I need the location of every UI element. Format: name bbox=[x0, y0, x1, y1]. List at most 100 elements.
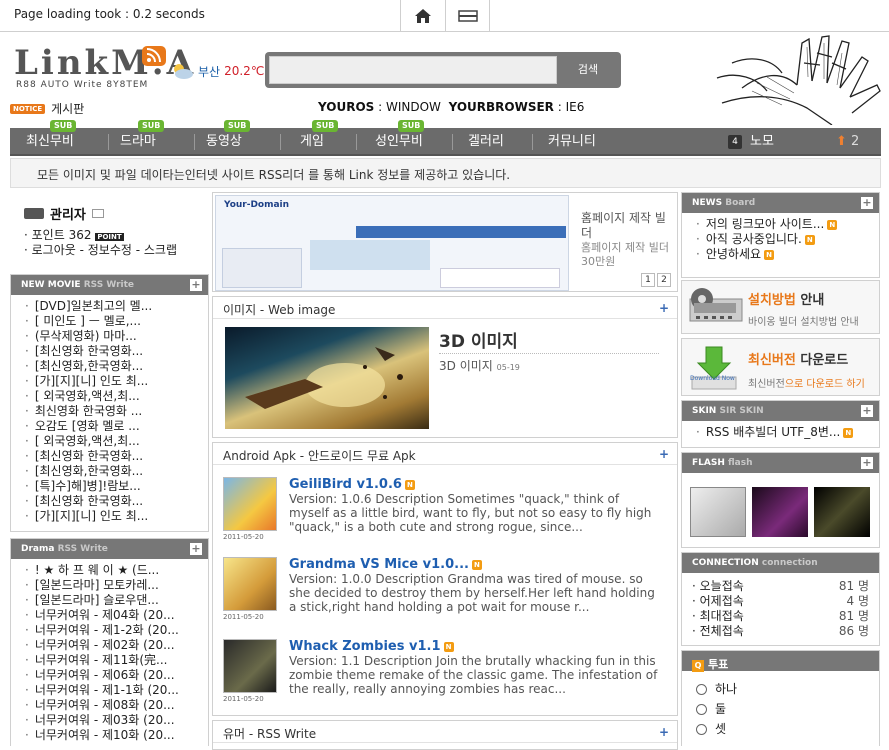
list-item-text: [최신영화 한국영화... bbox=[34, 449, 144, 463]
notice-board-link[interactable]: NOTICE 게시판 bbox=[10, 100, 84, 117]
list-item[interactable]: 안녕하세요N bbox=[696, 247, 879, 262]
apk-title[interactable]: Grandma VS Mice v1.0... N bbox=[289, 557, 659, 572]
grandma-thumbnail[interactable] bbox=[223, 557, 277, 611]
list-item[interactable]: 너무커여워 - 제1-1화 (20... bbox=[25, 683, 208, 698]
more-button[interactable]: + bbox=[659, 447, 669, 461]
list-item[interactable]: [최신영화 한국영화... bbox=[25, 344, 208, 359]
radio-button[interactable] bbox=[696, 703, 707, 715]
arrow-up-icon: ⬆ bbox=[836, 134, 847, 149]
list-item[interactable]: [가][지][니] 인도 최... bbox=[25, 374, 208, 389]
connection-rows: · 오늘접속 81 명 · 어제접속 4 명 · 최대접속 81 명 · 전체접속 86 명 bbox=[682, 573, 879, 639]
list-item[interactable]: [최신영화 한국영화... bbox=[25, 494, 208, 509]
home-tab[interactable] bbox=[400, 0, 446, 32]
apk-title[interactable]: Whack Zombies v1.1 N bbox=[289, 639, 659, 654]
list-item[interactable]: 너무커여워 - 제03화 (20... bbox=[25, 713, 208, 728]
nav-item-movie[interactable]: 최신무비 bbox=[26, 128, 74, 156]
list-item[interactable]: 최신영화 한국영화 ... bbox=[25, 404, 208, 419]
main-nav: SUB 최신무비 SUB 드라마 SUB 동영상 SUB 게임 SUB 성인무비… bbox=[10, 120, 881, 156]
web-image-date: 05-19 bbox=[496, 363, 520, 372]
list-item[interactable]: [ 외국영화,액션,최... bbox=[25, 434, 208, 449]
list-item[interactable]: [특]수]해]병]!람보... bbox=[25, 479, 208, 494]
web-image-title[interactable]: 3D 이미지 bbox=[439, 327, 518, 352]
list-item-text: (무삭제영화) 마마... bbox=[34, 329, 137, 343]
more-button[interactable]: + bbox=[861, 197, 873, 209]
skin-item[interactable]: RSS 배추빌더 UTF_8변...N bbox=[696, 425, 879, 440]
list-item[interactable]: 너무커여워 - 제11화(完... bbox=[25, 653, 208, 668]
skin-list: RSS 배추빌더 UTF_8변...N bbox=[682, 421, 879, 440]
search-input[interactable] bbox=[269, 56, 557, 84]
install-guide-box[interactable]: 설치방법 안내 바이옹 빌더 설치방법 안내 bbox=[681, 280, 880, 334]
up-count[interactable]: ⬆ 2 bbox=[836, 128, 859, 156]
list-item-text: [ 외국영화,액션,최... bbox=[34, 434, 140, 448]
radio-button[interactable] bbox=[696, 723, 707, 735]
list-item[interactable]: [일본드라마] 모토카레... bbox=[25, 578, 208, 593]
list-item[interactable]: (무삭제영화) 마마... bbox=[25, 329, 208, 344]
list-item[interactable]: 너무커여워 - 제04화 (20... bbox=[25, 608, 208, 623]
list-item[interactable]: 너무커여워 - 제10화 (20... bbox=[25, 728, 208, 743]
list-item[interactable]: [최신영화 한국영화... bbox=[25, 449, 208, 464]
flash-thumb-hand[interactable] bbox=[690, 487, 746, 537]
admin-links-text: 로그아웃 - 정보수정 - 스크랩 bbox=[31, 243, 177, 257]
list-item[interactable]: 오감도 [영화 멜로 ... bbox=[25, 419, 208, 434]
apk-date: 2011-05-20 bbox=[223, 695, 264, 703]
web-image-thumbnail[interactable] bbox=[225, 327, 429, 429]
banner-image[interactable]: Your-Domain bbox=[215, 195, 569, 291]
more-button[interactable]: + bbox=[861, 457, 873, 469]
zombies-thumbnail[interactable] bbox=[223, 639, 277, 693]
list-item[interactable]: [최신영화,한국영화... bbox=[25, 359, 208, 374]
list-item[interactable]: 아직 공사중입니다.N bbox=[696, 232, 879, 247]
flash-thumb-dark[interactable] bbox=[814, 487, 870, 537]
nav-item-gallery[interactable]: 겔러리 bbox=[468, 128, 504, 156]
pager-page-1[interactable]: 1 bbox=[641, 273, 655, 287]
logo-subtitle: R88 AUTO Write 8Y8TEM bbox=[16, 80, 149, 90]
nav-item-drama[interactable]: 드라마 bbox=[120, 128, 156, 156]
search-button[interactable]: 검색 bbox=[559, 56, 617, 84]
list-item[interactable]: 너무커여워 - 제06화 (20... bbox=[25, 668, 208, 683]
list-item[interactable]: [일본드라마] 슬로우댄... bbox=[25, 593, 208, 608]
list-item[interactable]: 저의 링크모아 사이트...N bbox=[696, 217, 879, 232]
humor-head: 유머 - RSS Write bbox=[223, 727, 317, 741]
vote-option[interactable]: 셋 bbox=[696, 719, 879, 739]
nav-item-game[interactable]: 게임 bbox=[300, 128, 324, 156]
radio-button[interactable] bbox=[696, 683, 707, 695]
flash-panel: FLASH flash + bbox=[681, 452, 880, 548]
list-item[interactable]: ! ★ 하 프 웨 이 ★ (드... bbox=[25, 563, 208, 578]
bookmark-tab[interactable] bbox=[446, 0, 490, 32]
apk-date: 2011-05-20 bbox=[223, 533, 264, 541]
latest-download-box[interactable]: Download Now 최신버전 다운로드 최신버전으로 다운로드 하기 bbox=[681, 338, 880, 396]
nav-item-community[interactable]: 커뮤니티 bbox=[548, 128, 596, 156]
list-item[interactable]: [DVD]일본최고의 멜... bbox=[25, 299, 208, 314]
list-item-text: [ 미인도 ] ㅡ 멜로,... bbox=[34, 314, 141, 328]
more-button[interactable]: + bbox=[190, 279, 202, 291]
vote-option[interactable]: 하나 bbox=[696, 679, 879, 699]
more-button[interactable]: + bbox=[659, 725, 669, 739]
connection-label-wrap: · 전체접속 bbox=[692, 624, 744, 639]
mail-icon[interactable] bbox=[91, 209, 104, 218]
list-item[interactable]: 너무커여워 - 제08화 (20... bbox=[25, 698, 208, 713]
more-button[interactable]: + bbox=[861, 405, 873, 417]
apk-head: Android Apk - 안드로이드 무료 Apk bbox=[223, 449, 416, 463]
nav-item-adult[interactable]: 성인무비 bbox=[375, 128, 423, 156]
list-item[interactable]: 너무커여워 - 제02화 (20... bbox=[25, 638, 208, 653]
news-title: NEWS bbox=[692, 198, 723, 208]
list-item[interactable]: [최신영화,한국영화... bbox=[25, 464, 208, 479]
pager-page-2[interactable]: 2 bbox=[657, 273, 671, 287]
apk-item: 2011-05-20 GeiliBird v1.0.6 N Version: 1.0… bbox=[223, 477, 659, 541]
list-item[interactable]: [가][지][니] 인도 최... bbox=[25, 509, 208, 524]
vote-option[interactable]: 둘 bbox=[696, 699, 879, 719]
new-badge-icon: N bbox=[764, 249, 775, 260]
more-button[interactable]: + bbox=[659, 301, 669, 315]
nav-divider bbox=[108, 134, 109, 150]
geilibird-thumbnail[interactable] bbox=[223, 477, 277, 531]
list-item[interactable]: 너무커여워 - 제1-2화 (20... bbox=[25, 623, 208, 638]
nav-item-memo[interactable]: 노모 bbox=[750, 128, 774, 156]
admin-links[interactable]: · 로그아웃 - 정보수정 - 스크랩 bbox=[24, 241, 177, 258]
apk-title[interactable]: GeiliBird v1.0.6 N bbox=[289, 477, 659, 492]
nav-item-video[interactable]: 동영상 bbox=[206, 128, 242, 156]
flash-thumb-purple[interactable] bbox=[752, 487, 808, 537]
connection-title: CONNECTION bbox=[692, 558, 759, 568]
list-item[interactable]: [ 미인도 ] ㅡ 멜로,... bbox=[25, 314, 208, 329]
vote-option-label: 셋 bbox=[715, 722, 727, 736]
more-button[interactable]: + bbox=[190, 543, 202, 555]
list-item[interactable]: [ 외국영화,액션,최... bbox=[25, 389, 208, 404]
